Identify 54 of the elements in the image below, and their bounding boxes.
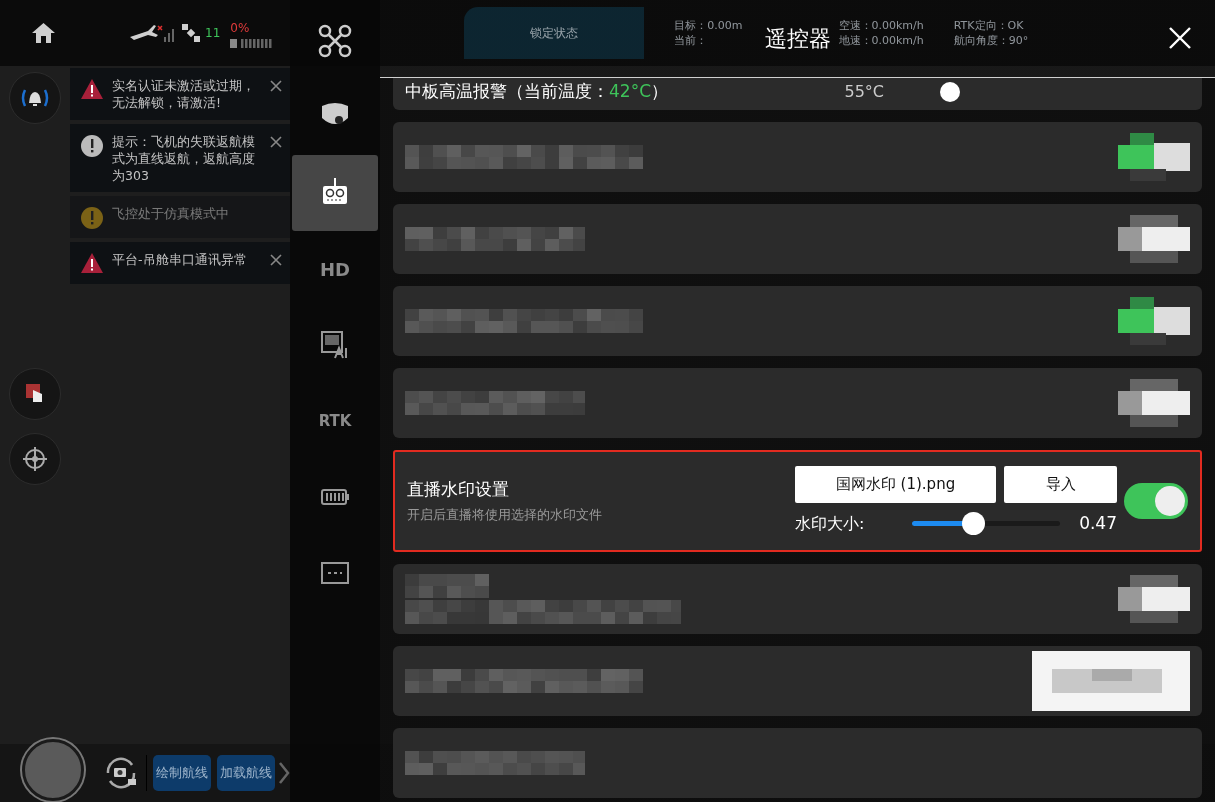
import-button[interactable]: 导入 bbox=[1004, 465, 1117, 503]
crosshair-icon bbox=[22, 446, 48, 472]
close-icon bbox=[270, 80, 282, 92]
close-icon bbox=[1169, 27, 1191, 49]
slider-reading: 55°C bbox=[844, 81, 884, 103]
pixelated-field[interactable] bbox=[1032, 651, 1190, 711]
slider-thumb[interactable] bbox=[961, 512, 985, 535]
route-button[interactable]: 加载航线 bbox=[217, 755, 275, 791]
setting-label: 中板高温报警（当前温度：42°C） bbox=[405, 79, 668, 103]
satellite-icon bbox=[181, 23, 201, 43]
slider-thumb[interactable] bbox=[940, 82, 960, 102]
telemetry-label: 目标：0.00m bbox=[674, 17, 743, 33]
battery-bar-icon bbox=[230, 38, 275, 48]
setting-title: 直播水印设置 bbox=[407, 477, 510, 501]
file-select-button[interactable]: 国网水印 (1).png bbox=[795, 465, 996, 503]
shutter-button[interactable] bbox=[22, 739, 84, 801]
telemetry-label: 当前： bbox=[674, 33, 708, 49]
panel-title: 遥控器 bbox=[764, 25, 831, 53]
slider-track[interactable] bbox=[912, 512, 1060, 535]
drone-icon bbox=[318, 24, 352, 58]
telemetry-label: RTK定向：OK bbox=[953, 17, 1024, 33]
pixelated-switch[interactable] bbox=[1118, 379, 1190, 427]
close-icon bbox=[270, 254, 282, 267]
battery-percent: 0% bbox=[230, 19, 250, 37]
setting-description: 开启后直播将使用选择的水印文件 bbox=[407, 506, 602, 525]
route-button[interactable]: 绘制航线 bbox=[153, 755, 211, 791]
target-button[interactable] bbox=[9, 433, 61, 485]
sidebar-tab[interactable] bbox=[292, 155, 378, 231]
notification-text: 实名认证未激活或过期，无法解锁，请激活! bbox=[112, 78, 256, 112]
telemetry-label: 空速：0.00km/h bbox=[838, 17, 924, 33]
alarm-button[interactable] bbox=[9, 72, 61, 124]
notification-text: 飞控处于仿真模式中 bbox=[112, 206, 230, 224]
exclamation-circle-icon bbox=[80, 133, 104, 158]
telemetry-label: 航向角度：90° bbox=[953, 33, 1029, 49]
pixelated-switch[interactable] bbox=[1118, 297, 1190, 345]
notification-text: 提示：飞机的失联返航模式为直线返航，返航高度为303 bbox=[112, 133, 256, 185]
pixelated-switch[interactable] bbox=[1118, 575, 1190, 623]
pixelated-switch[interactable] bbox=[1118, 215, 1190, 263]
telemetry-label: 地速：0.00km/h bbox=[838, 33, 924, 49]
lock-state-panel: 锁定状态 bbox=[464, 7, 645, 59]
toggle-switch[interactable] bbox=[1124, 483, 1188, 519]
sidebar-tab[interactable]: RTK bbox=[292, 383, 378, 459]
close-icon bbox=[270, 135, 282, 148]
sidebar-tab[interactable]: HD bbox=[292, 231, 378, 307]
slider-reading: 0.47 bbox=[1079, 511, 1117, 535]
slider-label: 水印大小: bbox=[795, 512, 866, 535]
satellite-count: 11 bbox=[205, 25, 221, 42]
hand-control-button[interactable] bbox=[9, 368, 61, 420]
warning-triangle-icon bbox=[80, 78, 104, 102]
notification-text: 平台-吊舱串口通讯异常 bbox=[112, 252, 248, 270]
plane-icon bbox=[128, 23, 176, 43]
exclamation-circle-icon bbox=[80, 206, 104, 231]
home-icon[interactable] bbox=[31, 22, 56, 44]
pixelated-switch[interactable] bbox=[1118, 133, 1190, 181]
